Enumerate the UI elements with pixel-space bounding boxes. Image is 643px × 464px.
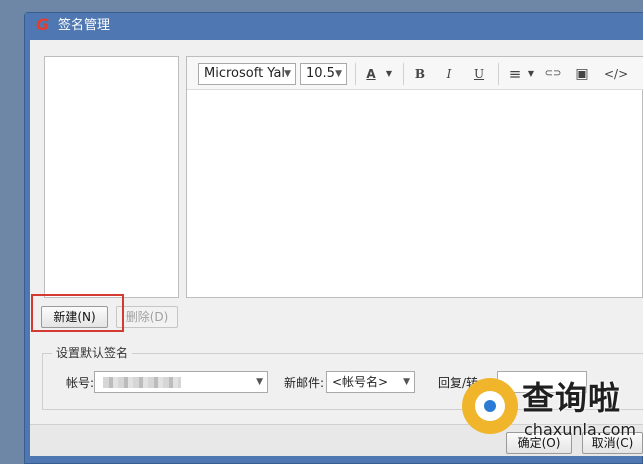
new-mail-value: <帐号名>: [332, 375, 389, 389]
annotation-highlight: [31, 294, 124, 332]
bold-button[interactable]: B: [412, 65, 428, 83]
underline-button[interactable]: U: [471, 65, 487, 83]
font-family-select[interactable]: Microsoft Yal ▼: [198, 63, 296, 85]
link-icon[interactable]: ⊂⊃: [543, 65, 563, 83]
source-code-icon[interactable]: </>: [604, 65, 628, 83]
editor-toolbar: Microsoft Yal ▼ 10.5 ▼ A ▼ B I U ≡ ▼ ⊂⊃ …: [187, 57, 643, 90]
signature-editor[interactable]: [186, 56, 643, 298]
chevron-down-icon: ▼: [256, 377, 263, 387]
redacted-account: [103, 377, 181, 388]
signature-list[interactable]: [44, 56, 179, 298]
account-label: 帐号:: [66, 376, 95, 390]
watermark-logo-dot: [484, 400, 496, 412]
chevron-down-icon: ▼: [284, 69, 291, 79]
toolbar-divider: [403, 63, 404, 85]
image-icon[interactable]: ▣: [573, 65, 591, 83]
font-color-dropdown-icon[interactable]: ▼: [384, 65, 394, 83]
default-signature-title: 设置默认签名: [52, 345, 133, 361]
toolbar-divider: [498, 63, 499, 85]
font-size-value: 10.5: [306, 66, 335, 81]
chevron-down-icon: ▼: [335, 69, 342, 79]
app-logo-icon: G: [36, 15, 50, 34]
watermark-text: 查询啦: [522, 379, 622, 417]
toolbar-divider: [355, 63, 356, 85]
italic-button[interactable]: I: [441, 65, 457, 83]
delete-signature-button[interactable]: 删除(D): [116, 306, 178, 328]
align-dropdown-icon[interactable]: ▼: [526, 65, 536, 83]
new-mail-select[interactable]: <帐号名> ▼: [326, 371, 415, 393]
chevron-down-icon: ▼: [403, 377, 410, 387]
font-family-value: Microsoft Yal: [204, 66, 286, 81]
account-select[interactable]: ▼: [94, 371, 268, 393]
align-button[interactable]: ≡: [507, 65, 523, 83]
title-bar[interactable]: [25, 13, 643, 40]
new-mail-label: 新邮件:: [284, 376, 325, 390]
font-size-select[interactable]: 10.5 ▼: [300, 63, 347, 85]
font-color-button[interactable]: A: [363, 65, 379, 83]
window-title: 签名管理: [58, 18, 111, 33]
watermark-url: chaxunla.com: [524, 420, 636, 439]
